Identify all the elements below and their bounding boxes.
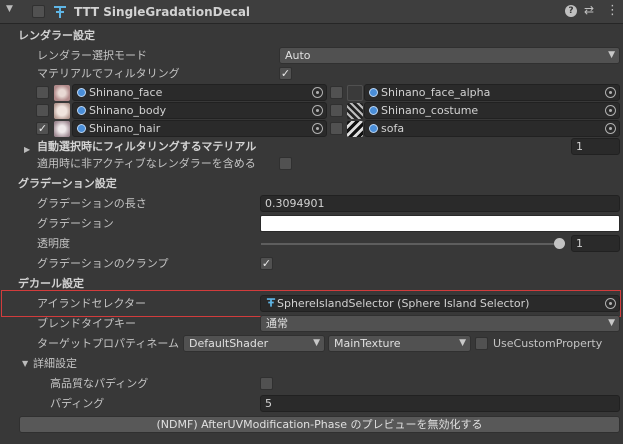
- gradient-label: グラデーション: [37, 217, 114, 230]
- target-property-label: ターゲットプロパティネーム: [37, 337, 180, 350]
- foldout-arrow-icon[interactable]: ▶: [24, 141, 30, 158]
- material-checkbox-shinano-body[interactable]: [36, 104, 49, 117]
- material-thumbnail: [347, 103, 363, 119]
- texture-property-dropdown[interactable]: MainTexture ▼: [328, 335, 471, 352]
- material-icon: [369, 106, 378, 115]
- chevron-down-icon: ▼: [608, 50, 615, 60]
- material-field-sofa[interactable]: sofa: [364, 120, 620, 137]
- gradation-length-label: グラデーションの長さ: [37, 197, 147, 210]
- chevron-down-icon: ▼: [459, 338, 466, 348]
- include-inactive-checkbox[interactable]: [279, 157, 292, 170]
- chevron-down-icon: ▼: [608, 318, 615, 328]
- material-icon: [77, 88, 86, 97]
- auto-filter-materials-foldout[interactable]: 自動選択時にフィルタリングするマテリアル: [37, 138, 256, 155]
- object-picker-icon[interactable]: [312, 87, 323, 98]
- shader-dropdown[interactable]: DefaultShader ▼: [183, 335, 325, 352]
- gradient-field[interactable]: [260, 215, 620, 232]
- ttt-component-icon: [54, 6, 66, 18]
- object-picker-icon[interactable]: [605, 298, 616, 309]
- renderer-mode-dropdown[interactable]: Auto ▼: [279, 47, 620, 64]
- component-header: ▼ TTT SingleGradationDecal ? ⇄ ⋮: [0, 0, 623, 24]
- padding-label: パディング: [50, 397, 105, 410]
- chevron-down-icon: ▼: [313, 338, 320, 348]
- material-checkbox-shinano-costume[interactable]: [330, 104, 343, 117]
- foldout-arrow-icon[interactable]: ▼: [22, 355, 28, 372]
- help-icon[interactable]: ?: [565, 5, 577, 17]
- material-thumbnail: [347, 121, 363, 137]
- material-field-shinano-hair[interactable]: Shinano_hair: [72, 120, 327, 137]
- material-thumbnail: [54, 85, 70, 101]
- filter-by-material-checkbox[interactable]: ✓: [279, 67, 292, 80]
- renderer-mode-label: レンダラー選択モード: [37, 49, 147, 62]
- disable-preview-button[interactable]: (NDMF) AfterUVModification-Phase のプレビューを…: [19, 416, 620, 433]
- object-picker-icon[interactable]: [312, 123, 323, 134]
- material-thumbnail: [54, 103, 70, 119]
- material-field-shinano-face[interactable]: Shinano_face: [72, 84, 327, 101]
- include-inactive-label: 適用時に非アクティブなレンダラーを含める: [37, 157, 256, 170]
- foldout-arrow-icon[interactable]: ▼: [6, 4, 13, 14]
- component-title: TTT SingleGradationDecal: [74, 5, 251, 19]
- use-custom-property-label: UseCustomProperty: [493, 337, 603, 350]
- filter-by-material-label: マテリアルでフィルタリング: [37, 67, 180, 80]
- material-field-shinano-face-alpha[interactable]: Shinano_face_alpha: [364, 84, 620, 101]
- hq-padding-checkbox[interactable]: [260, 377, 273, 390]
- hq-padding-label: 高品質なパディング: [50, 377, 149, 390]
- advanced-settings-foldout[interactable]: 詳細設定: [33, 355, 77, 372]
- alpha-slider-handle[interactable]: [554, 238, 565, 249]
- object-picker-icon[interactable]: [605, 87, 616, 98]
- material-icon: [77, 124, 86, 133]
- object-picker-icon[interactable]: [605, 105, 616, 116]
- material-checkbox-sofa[interactable]: [330, 122, 343, 135]
- material-checkbox-shinano-face[interactable]: [36, 86, 49, 99]
- gradient-clamp-checkbox[interactable]: ✓: [260, 257, 273, 270]
- gradient-clamp-label: グラデーションのクランプ: [37, 257, 169, 270]
- component-enable-checkbox[interactable]: [32, 5, 45, 18]
- material-field-shinano-body[interactable]: Shinano_body: [72, 102, 327, 119]
- alpha-label: 透明度: [37, 237, 70, 250]
- island-selector-field[interactable]: SphereIslandSelector (Sphere Island Sele…: [260, 295, 620, 312]
- preset-icon[interactable]: ⇄: [584, 3, 594, 17]
- material-icon: [77, 106, 86, 115]
- material-icon: [369, 88, 378, 97]
- ttt-component-icon: [266, 298, 276, 307]
- object-picker-icon[interactable]: [605, 123, 616, 134]
- kebab-menu-icon[interactable]: ⋮: [606, 3, 619, 18]
- alpha-slider-track[interactable]: [261, 243, 563, 245]
- blend-type-label: ブレンドタイプキー: [37, 317, 136, 330]
- alpha-value-field[interactable]: 1: [571, 235, 620, 252]
- auto-filter-count-field[interactable]: 1: [571, 138, 620, 155]
- gradation-section-title: グラデーション設定: [18, 177, 117, 190]
- material-checkbox-shinano-hair[interactable]: ✓: [36, 122, 49, 135]
- blend-type-dropdown[interactable]: 通常 ▼: [260, 315, 620, 332]
- padding-field[interactable]: 5: [260, 395, 620, 412]
- material-thumbnail: [347, 85, 363, 101]
- material-thumbnail: [54, 121, 70, 137]
- object-picker-icon[interactable]: [312, 105, 323, 116]
- renderer-section-title: レンダラー設定: [18, 29, 95, 42]
- island-selector-label: アイランドセレクター: [37, 297, 147, 310]
- use-custom-property-checkbox[interactable]: [475, 337, 488, 350]
- gradation-length-field[interactable]: 0.3094901: [260, 195, 620, 212]
- material-checkbox-shinano-face-alpha[interactable]: [330, 86, 343, 99]
- material-field-shinano-costume[interactable]: Shinano_costume: [364, 102, 620, 119]
- material-icon: [369, 124, 378, 133]
